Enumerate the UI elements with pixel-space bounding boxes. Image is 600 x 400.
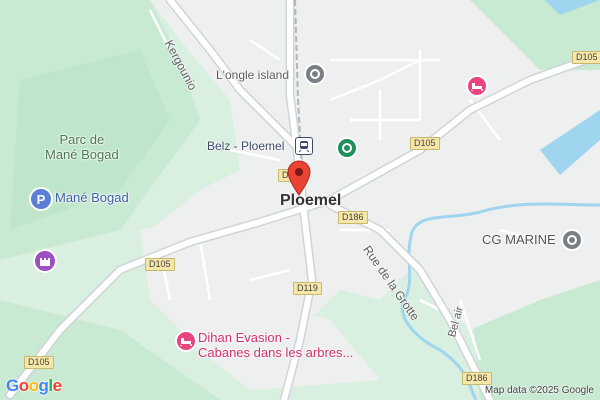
- road-shield: D105: [572, 51, 600, 64]
- poi-label[interactable]: CG MARINE: [482, 233, 556, 247]
- poi-label[interactable]: Mané Bogad: [55, 191, 129, 205]
- location-pin-icon[interactable]: [286, 160, 312, 196]
- road-shield: D105: [145, 258, 175, 271]
- road-shield: D186: [338, 211, 368, 224]
- poi-label[interactable]: Dihan Evasion - Cabanes dans les arbres.…: [198, 330, 353, 360]
- location-icon[interactable]: [304, 63, 326, 85]
- road-shield: D119: [293, 282, 322, 295]
- map-attribution[interactable]: Map data ©2025 Google: [485, 385, 594, 396]
- road-shield: D186: [462, 372, 492, 385]
- google-logo-text: Google: [6, 376, 62, 395]
- google-logo[interactable]: Google: [6, 376, 62, 396]
- poi-label[interactable]: Belz - Ploemel: [207, 139, 284, 153]
- poi-label[interactable]: L'ongle island: [216, 68, 289, 82]
- location-icon[interactable]: [561, 229, 583, 251]
- park-label[interactable]: Parc de Mané Bogad: [45, 132, 119, 162]
- park-icon[interactable]: [336, 137, 358, 159]
- road-shield: D105: [24, 356, 54, 369]
- hotel-icon[interactable]: [466, 75, 488, 97]
- parking-icon[interactable]: P: [29, 187, 53, 211]
- svg-text:P: P: [37, 192, 46, 207]
- train-station-icon[interactable]: [295, 137, 313, 155]
- map-canvas[interactable]: Kergounio Rue de la Grotte Bel air D105 …: [0, 0, 600, 400]
- castle-icon[interactable]: [33, 249, 57, 273]
- hotel-icon[interactable]: [175, 330, 197, 352]
- road-shield: D105: [410, 137, 440, 150]
